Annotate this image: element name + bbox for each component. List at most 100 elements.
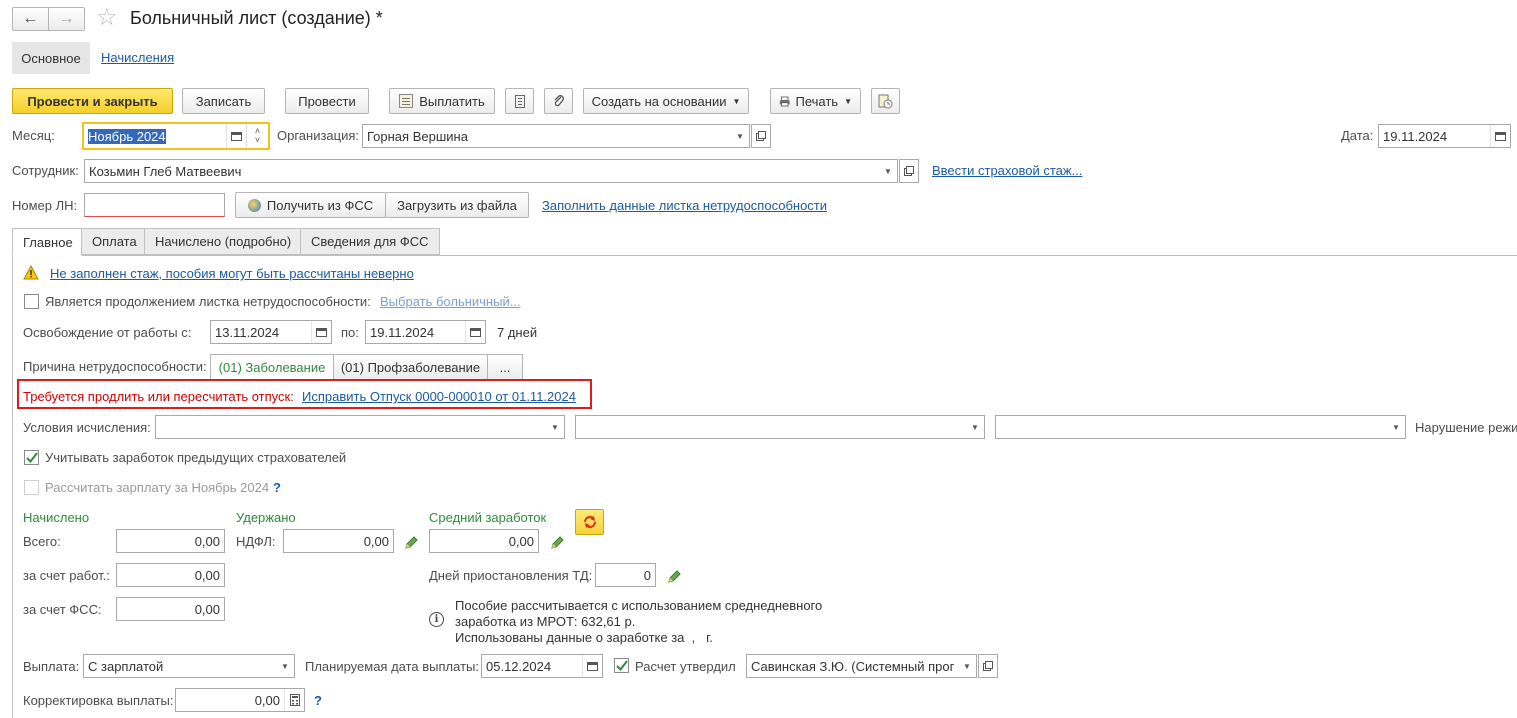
reason-option-disease[interactable]: (01) Заболевание [210,354,334,380]
employee-field[interactable]: Козьмин Глеб Матвеевич ▼ [84,159,898,183]
post-button[interactable]: Провести [285,88,369,114]
release-to-label: по: [341,325,359,340]
calc-salary-label: Рассчитать зарплату за Ноябрь 2024 [45,480,270,495]
payout-label: Выплата: [23,659,80,674]
edit-avg-earnings-pencil-icon[interactable] [549,535,565,551]
pay-button[interactable]: Выплатить [389,88,495,114]
save-button[interactable]: Записать [182,88,265,114]
total-label: Всего: [23,534,61,549]
calendar-icon[interactable] [226,124,246,148]
info-line-3: Использованы данные о заработке за , г. [455,630,713,645]
avg-earnings-field[interactable]: 0,00 [429,529,539,553]
dropdown-icon[interactable]: ▼ [1387,416,1405,438]
calc-salary-checkbox[interactable] [24,480,39,495]
tab-payment[interactable]: Оплата [81,228,145,255]
attach-button[interactable] [544,88,573,114]
dropdown-icon[interactable]: ▼ [879,160,897,182]
release-to-field[interactable]: 19.11.2024 [365,320,486,344]
vacation-alert-text: Требуется продлить или пересчитать отпус… [23,389,294,404]
open-organization-button[interactable] [751,124,771,148]
month-value: Ноябрь 2024 [88,128,166,144]
paperclip-icon [554,95,564,107]
ndfl-field[interactable]: 0,00 [283,529,394,553]
employer-label: за счет работ.: [23,568,110,583]
experience-warning-link[interactable]: Не заполнен стаж, пособия могут быть рас… [50,266,414,282]
payout-field[interactable]: С зарплатой ▼ [83,654,295,678]
nav-tab-main[interactable]: Основное [12,42,90,74]
ln-number-field[interactable] [84,193,225,217]
dropdown-icon[interactable]: ▼ [966,416,984,438]
dropdown-icon[interactable]: ▼ [958,655,976,677]
date-field[interactable]: 19.11.2024 [1378,124,1511,148]
correction-help[interactable]: ? [314,693,322,708]
condition-field-2[interactable]: ▼ [575,415,985,439]
chevron-down-icon[interactable]: ˅ [255,136,260,145]
reason-option-occupational[interactable]: (01) Профзаболевание [333,354,488,380]
condition-field-1[interactable]: ▼ [155,415,565,439]
print-button[interactable]: Печать ▼ [770,88,861,114]
days-count: 7 дней [497,325,538,340]
history-button[interactable] [871,88,900,114]
document-history-icon [878,94,893,108]
load-from-file-button[interactable]: Загрузить из файла [385,192,529,218]
tab-fss-info[interactable]: Сведения для ФСС [300,228,440,255]
month-label: Месяц: [12,128,55,143]
approved-checkbox[interactable] [614,658,629,673]
open-window-icon [904,166,914,176]
month-stepper[interactable]: ˄ ˅ [246,124,268,148]
planned-date-field[interactable]: 05.12.2024 [481,654,603,678]
calendar-icon[interactable] [465,321,485,343]
dropdown-icon[interactable]: ▼ [546,416,564,438]
violation-label: Нарушение режи [1415,420,1517,435]
tab-charged-detail[interactable]: Начислено (подробно) [144,228,301,255]
calendar-icon[interactable] [582,655,602,677]
post-and-close-button[interactable]: Провести и закрыть [12,88,173,114]
pay-label: Выплатить [419,93,485,109]
calculator-icon[interactable] [284,689,304,711]
nav-tab-charges[interactable]: Начисления [101,50,174,66]
correction-field[interactable]: 0,00 [175,688,305,712]
open-employee-button[interactable] [899,159,919,183]
employer-field[interactable]: 0,00 [116,563,225,587]
checkmark-icon [25,452,38,463]
release-from-label: Освобождение от работы с: [23,325,192,340]
get-from-fss-button[interactable]: Получить из ФСС [235,192,386,218]
reason-option-disease-label: (01) Заболевание [218,359,326,375]
recalculate-button[interactable] [575,509,604,535]
calc-salary-help[interactable]: ? [273,480,281,495]
month-field[interactable]: Ноябрь 2024 ˄ ˅ [82,122,270,150]
create-based-label: Создать на основании [591,93,727,109]
calendar-icon[interactable] [311,321,331,343]
suspension-days-label: Дней приостановления ТД: [429,568,593,583]
condition-field-3[interactable]: ▼ [995,415,1406,439]
organization-field[interactable]: Горная Вершина ▼ [362,124,750,148]
dropdown-icon[interactable]: ▼ [276,655,294,677]
dropdown-icon[interactable]: ▼ [731,125,749,147]
calendar-icon[interactable] [1490,125,1510,147]
list-icon [514,94,525,108]
favorite-star-icon[interactable]: ☆ [96,4,118,32]
create-based-button[interactable]: Создать на основании ▼ [583,88,749,114]
suspension-days-field[interactable]: 0 [595,563,656,587]
prev-earnings-checkbox[interactable] [24,450,39,465]
reason-more-button[interactable]: ... [487,354,523,380]
insurance-experience-link[interactable]: Ввести страховой стаж... [932,163,1082,179]
list-button[interactable] [505,88,534,114]
fill-sick-leave-link[interactable]: Заполнить данные листка нетрудоспособнос… [542,198,827,214]
continuation-label: Является продолжением листка нетрудоспос… [45,294,371,309]
tab-main[interactable]: Главное [12,228,82,256]
fix-vacation-link[interactable]: Исправить Отпуск 0000-000010 от 01.11.20… [302,389,576,405]
printer-icon [779,96,790,106]
fss-field[interactable]: 0,00 [116,597,225,621]
forward-button[interactable]: → [48,7,85,31]
continuation-checkbox[interactable] [24,294,39,309]
open-window-icon [756,131,766,141]
edit-suspension-pencil-icon[interactable] [666,569,682,585]
choose-sick-leave-link[interactable]: Выбрать больничный... [380,294,521,310]
approver-field[interactable]: Савинская З.Ю. (Системный прог ▼ [746,654,977,678]
release-from-field[interactable]: 13.11.2024 [210,320,332,344]
open-approver-button[interactable] [978,654,998,678]
edit-ndfl-pencil-icon[interactable] [403,535,419,551]
total-field[interactable]: 0,00 [116,529,225,553]
back-button[interactable]: ← [12,7,49,31]
